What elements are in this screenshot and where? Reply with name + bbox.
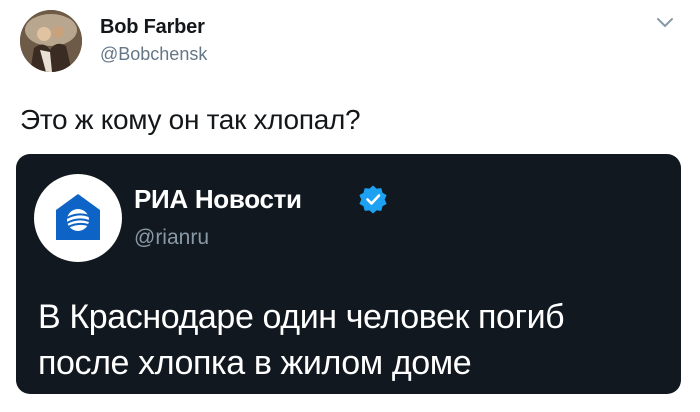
author-name[interactable]: Bob Farber [100,16,205,39]
tweet: Bob Farber @Bobchensk Это ж кому он так … [0,0,700,412]
quoted-tweet-text-line2: после хлопка в жилом доме [38,344,472,382]
author-handle[interactable]: @Bobchensk [100,44,207,65]
quoted-tweet-text: В Краснодаре один человек погиб после хл… [38,294,678,386]
author-avatar[interactable] [20,10,82,72]
tweet-text: Это ж кому он так хлопал? [20,104,361,135]
quoted-author-handle[interactable]: @rianru [134,226,209,250]
ria-logo-icon [56,194,100,240]
verified-badge-icon [358,184,388,214]
chevron-down-icon[interactable] [656,16,674,28]
quoted-author-avatar[interactable] [34,174,122,262]
quoted-tweet-text-line1: В Краснодаре один человек погиб [38,298,565,336]
quoted-tweet-card[interactable]: РИА Новости @rianru В Краснодаре один че… [16,154,681,394]
quoted-author-name[interactable]: РИА Новости [134,184,302,215]
